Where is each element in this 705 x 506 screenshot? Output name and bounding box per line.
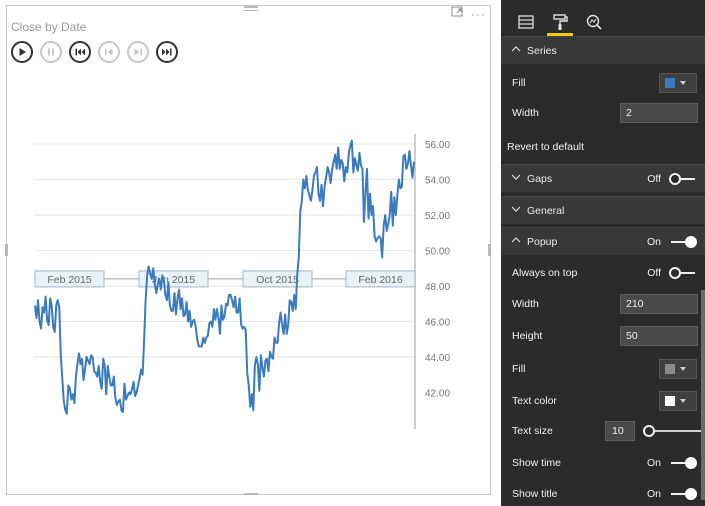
text-color-label: Text color	[512, 395, 557, 407]
series-fill-swatch	[665, 78, 675, 88]
popup-fill-label: Fill	[512, 363, 526, 375]
pane-tabs	[501, 0, 705, 37]
text-color-swatch	[665, 396, 675, 406]
series-width-label: Width	[512, 107, 539, 119]
always-on-top-state: Off	[647, 267, 661, 279]
gaps-section-header[interactable]: Gaps Off	[501, 164, 705, 192]
popup-height-input[interactable]: 50	[620, 326, 698, 346]
series-fill-row: Fill	[501, 70, 705, 96]
popup-section-header[interactable]: Popup On	[501, 227, 705, 255]
y-tick-label: 44.00	[425, 353, 450, 364]
text-size-slider-handle[interactable]	[643, 425, 655, 437]
pane-scrollbar[interactable]	[701, 290, 705, 500]
series-fill-color-picker[interactable]	[659, 73, 697, 93]
report-canvas: ··· Close by Date 56.00 54.00 52.00 50.0…	[0, 0, 705, 506]
show-time-row: Show time On	[501, 450, 705, 476]
always-on-top-switch[interactable]	[669, 267, 695, 279]
series-width-row: Width 2	[501, 100, 705, 126]
time-marker-label: Feb 2015	[47, 274, 92, 286]
tab-format[interactable]	[547, 8, 573, 36]
text-color-row: Text color	[501, 388, 705, 414]
text-size-row: Text size 10	[501, 418, 705, 444]
chevron-up-icon	[511, 236, 521, 247]
popup-width-input[interactable]: 210	[620, 294, 698, 314]
chevron-down-icon	[511, 173, 521, 184]
y-tick-label: 54.00	[425, 176, 450, 187]
show-time-switch[interactable]	[671, 457, 697, 469]
tab-fields[interactable]	[515, 8, 537, 36]
always-on-top-toggle[interactable]: Off	[647, 267, 695, 279]
revert-to-default-link[interactable]: Revert to default	[507, 141, 584, 153]
popup-fill-row: Fill	[501, 356, 705, 382]
popup-toggle[interactable]: On	[646, 236, 697, 248]
series-width-input[interactable]: 2	[620, 103, 698, 123]
series-section-header[interactable]: Series	[501, 36, 705, 64]
popup-fill-swatch	[665, 364, 675, 374]
series-section-title: Series	[527, 44, 557, 57]
popup-height-row: Height 50	[501, 323, 705, 349]
y-tick-label: 52.00	[425, 211, 450, 222]
gaps-toggle[interactable]: Off	[647, 173, 695, 185]
show-title-toggle[interactable]: On	[646, 488, 697, 500]
show-title-switch[interactable]	[671, 488, 697, 500]
chevron-down-icon	[680, 81, 686, 85]
popup-width-row: Width 210	[501, 291, 705, 317]
chevron-down-icon	[680, 399, 686, 403]
y-tick-label: 48.00	[425, 282, 450, 293]
show-time-toggle[interactable]: On	[646, 457, 697, 469]
show-time-label: Show time	[512, 457, 562, 469]
chevron-down-icon	[680, 367, 686, 371]
general-section-title: General	[527, 204, 565, 217]
show-title-state: On	[646, 488, 661, 500]
revert-to-default-row: Revert to default	[501, 134, 705, 160]
popup-width-label: Width	[512, 298, 539, 310]
text-size-input[interactable]: 10	[605, 421, 635, 441]
always-on-top-row: Always on top Off	[501, 260, 705, 286]
text-size-label: Text size	[512, 425, 553, 437]
popup-height-label: Height	[512, 330, 543, 342]
pulse-chart-visual[interactable]: ··· Close by Date 56.00 54.00 52.00 50.0…	[5, 5, 491, 495]
show-time-state: On	[646, 457, 661, 469]
gaps-toggle-state: Off	[647, 173, 661, 185]
analytics-icon	[586, 14, 602, 30]
general-section-header[interactable]: General	[501, 196, 705, 224]
show-title-row: Show title On	[501, 481, 705, 506]
series-fill-label: Fill	[512, 77, 526, 89]
tab-analytics[interactable]	[583, 8, 605, 36]
y-tick-label: 50.00	[425, 247, 450, 258]
format-pane: Series Fill Width 2 Revert to default Ga…	[501, 0, 705, 506]
popup-switch[interactable]	[671, 236, 697, 248]
popup-fill-color-picker[interactable]	[659, 359, 697, 379]
line-chart[interactable]: 56.00 54.00 52.00 50.00 48.00 46.00 44.00 42.00…	[7, 6, 490, 494]
y-tick-label: 56.00	[425, 140, 450, 151]
time-marker-label: Feb 2016	[358, 274, 403, 286]
show-title-label: Show title	[512, 488, 558, 500]
text-color-picker[interactable]	[659, 391, 697, 411]
gaps-switch[interactable]	[669, 173, 695, 185]
chevron-up-icon	[511, 45, 521, 56]
always-on-top-label: Always on top	[512, 267, 578, 279]
popup-section-title: Popup	[527, 235, 558, 248]
y-tick-label: 42.00	[425, 389, 450, 400]
paint-roller-icon	[553, 14, 568, 30]
time-marker-label: Oct 2015	[256, 274, 299, 286]
gaps-section-title: Gaps	[527, 172, 553, 185]
chevron-down-icon	[511, 205, 521, 216]
fields-icon	[518, 15, 534, 29]
popup-toggle-state: On	[646, 236, 661, 248]
y-tick-label: 46.00	[425, 318, 450, 329]
